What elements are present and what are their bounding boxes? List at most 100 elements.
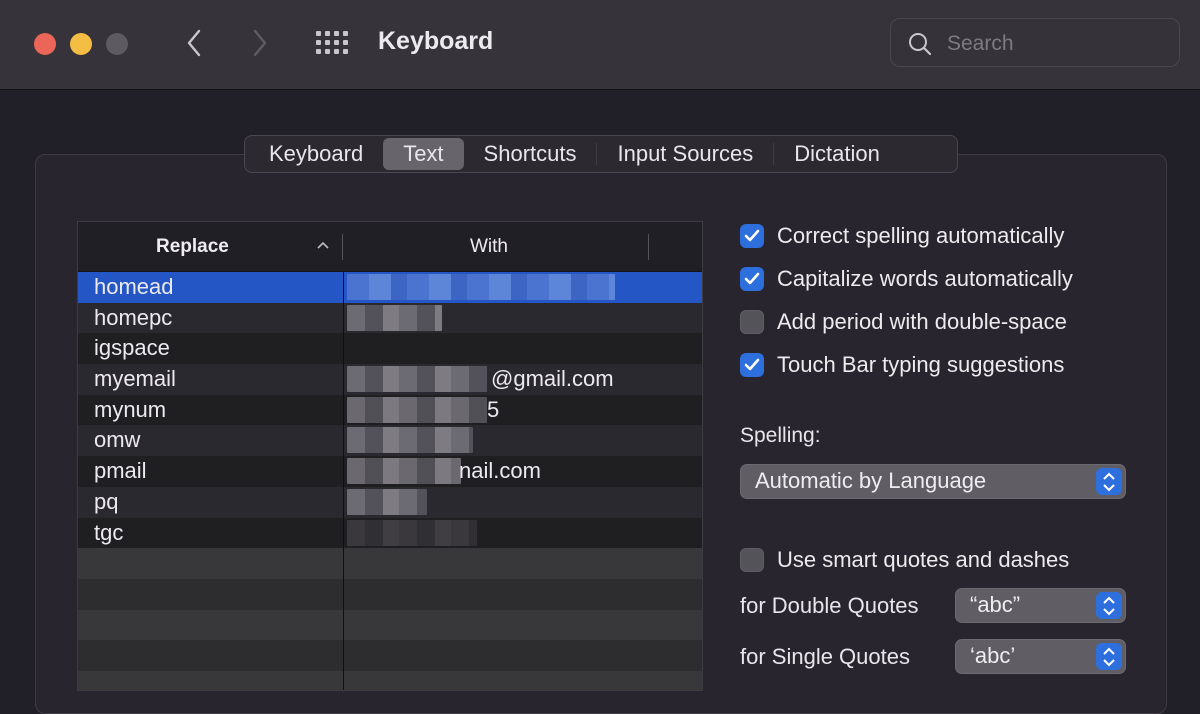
with-text: @gmail.com — [491, 366, 614, 392]
window-title: Keyboard — [378, 27, 494, 55]
grid-dot — [316, 40, 321, 45]
with-text: 5 — [487, 396, 500, 422]
double-quotes-select[interactable]: “abc” — [955, 588, 1126, 623]
grid-dot — [325, 40, 330, 45]
replace-cell: tgc — [94, 519, 124, 545]
with-cell: @gmail.com — [343, 364, 702, 395]
redacted-block — [347, 488, 427, 515]
grid-dot — [343, 31, 348, 36]
single-quotes-label: for Single Quotes — [740, 644, 910, 669]
replace-cell: myemail — [94, 366, 176, 392]
smart-quotes-option[interactable]: Use smart quotes and dashes — [740, 547, 1069, 573]
grid-dot — [325, 31, 330, 36]
grid-dot — [334, 40, 339, 45]
add-period-option[interactable]: Add period with double-space — [740, 309, 1067, 335]
search-field[interactable] — [890, 18, 1180, 67]
chevron-left-icon — [187, 29, 201, 57]
show-all-grid-icon[interactable] — [316, 31, 352, 55]
tab-input-sources[interactable]: Input Sources — [597, 138, 773, 170]
spelling-value: Automatic by Language — [755, 468, 987, 493]
table-row[interactable]: pq — [78, 486, 702, 518]
replace-cell: mynum — [94, 396, 167, 422]
capitalize-words-label: Capitalize words automatically — [777, 266, 1073, 291]
table-row[interactable]: mynum 5 — [78, 394, 702, 426]
table-row[interactable]: igspace — [78, 333, 702, 365]
table-row[interactable]: homepc — [78, 302, 702, 334]
touch-bar-label: Touch Bar typing suggestions — [777, 352, 1065, 377]
single-quotes-select[interactable]: ‘abc’ — [955, 639, 1126, 674]
up-down-chevron-icon — [1103, 472, 1115, 492]
single-quotes-value: ‘abc’ — [970, 643, 1016, 668]
redacted-block — [347, 274, 615, 300]
touch-bar-checkbox[interactable] — [740, 353, 764, 377]
up-down-chevron-icon — [1103, 647, 1115, 667]
minimize-button[interactable] — [70, 33, 92, 55]
table-body: homead homepc igspace myemail @gmail.com… — [78, 272, 702, 690]
zoom-button[interactable] — [106, 33, 128, 55]
grid-dot — [316, 49, 321, 54]
table-row[interactable]: omw — [78, 425, 702, 457]
with-cell — [343, 518, 702, 549]
double-quotes-label: for Double Quotes — [740, 593, 919, 618]
table-row[interactable]: homead — [78, 272, 702, 303]
grid-dot — [343, 49, 348, 54]
tab-dictation[interactable]: Dictation — [774, 138, 900, 170]
tab-bar: Keyboard Text Shortcuts Input Sources Di… — [244, 135, 958, 173]
touch-bar-option[interactable]: Touch Bar typing suggestions — [740, 352, 1064, 378]
tab-text[interactable]: Text — [383, 138, 464, 170]
redacted-block — [347, 427, 473, 454]
close-button[interactable] — [34, 33, 56, 55]
capitalize-words-option[interactable]: Capitalize words automatically — [740, 266, 1073, 292]
smart-quotes-label: Use smart quotes and dashes — [777, 547, 1070, 572]
spelling-select[interactable]: Automatic by Language — [740, 464, 1126, 499]
chevron-right-icon — [253, 29, 267, 57]
title-bar: Keyboard — [0, 0, 1200, 90]
redacted-block — [347, 396, 487, 423]
text-replacement-table[interactable]: Replace With homead homepc igspace myema… — [77, 221, 703, 691]
column-divider[interactable] — [342, 234, 343, 260]
empty-row — [78, 670, 702, 690]
empty-row — [78, 609, 702, 641]
correct-spelling-checkbox[interactable] — [740, 224, 764, 248]
search-input[interactable] — [945, 29, 1169, 59]
with-cell — [343, 487, 702, 518]
replace-cell: pmail — [94, 458, 147, 484]
double-quotes-value: “abc” — [970, 592, 1021, 617]
add-period-checkbox[interactable] — [740, 310, 764, 334]
grid-dot — [325, 49, 330, 54]
with-cell — [343, 333, 702, 364]
forward-button[interactable] — [246, 26, 276, 60]
empty-row — [78, 578, 702, 610]
column-header-with[interactable]: With — [470, 236, 508, 258]
smart-quotes-checkbox[interactable] — [740, 548, 764, 572]
column-divider[interactable] — [648, 234, 649, 260]
select-stepper — [1096, 468, 1122, 495]
with-cell — [343, 425, 702, 456]
correct-spelling-option[interactable]: Correct spelling automatically — [740, 223, 1064, 249]
replace-cell: homead — [94, 274, 174, 299]
empty-row — [78, 548, 702, 579]
checkmark-icon — [744, 272, 760, 285]
sort-ascending-icon — [317, 241, 329, 249]
spelling-label: Spelling: — [740, 424, 821, 447]
capitalize-words-checkbox[interactable] — [740, 267, 764, 291]
table-header: Replace With — [78, 222, 702, 272]
table-row[interactable]: myemail @gmail.com — [78, 364, 702, 395]
add-period-label: Add period with double-space — [777, 309, 1067, 334]
table-row[interactable]: tgc — [78, 517, 702, 549]
replace-cell: omw — [94, 427, 141, 453]
column-header-replace[interactable]: Replace — [156, 236, 229, 258]
redacted-block — [347, 458, 461, 485]
checkmark-icon — [744, 229, 760, 242]
replace-cell: pq — [94, 488, 119, 514]
back-button[interactable] — [180, 26, 210, 60]
with-cell — [343, 272, 702, 303]
tab-keyboard[interactable]: Keyboard — [249, 138, 383, 170]
redacted-block — [347, 366, 487, 393]
search-icon — [909, 33, 932, 56]
grid-dot — [316, 31, 321, 36]
up-down-chevron-icon — [1103, 596, 1115, 616]
tab-shortcuts[interactable]: Shortcuts — [464, 138, 597, 170]
empty-row — [78, 640, 702, 671]
table-row[interactable]: pmail nail.com — [78, 456, 702, 487]
